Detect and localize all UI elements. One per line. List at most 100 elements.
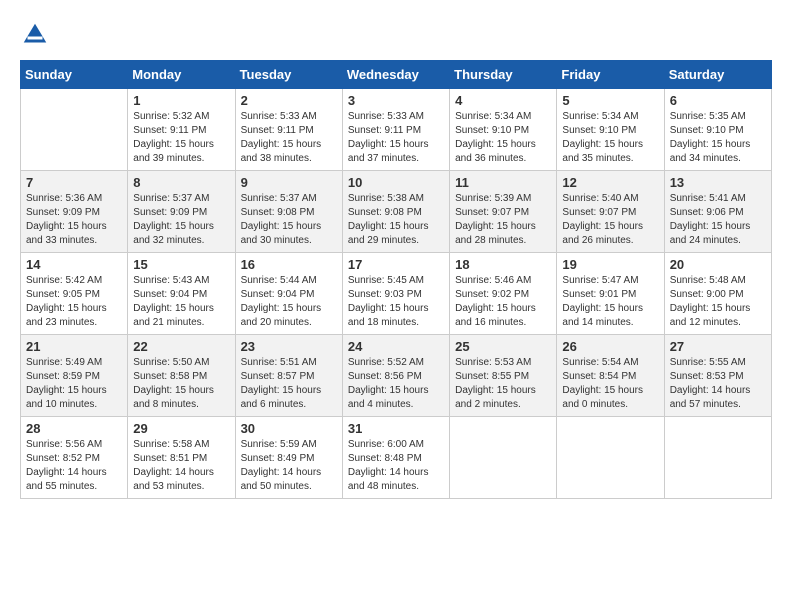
day-number: 11 — [455, 175, 551, 190]
day-number: 7 — [26, 175, 122, 190]
day-cell: 4 Sunrise: 5:34 AMSunset: 9:10 PMDaylight… — [450, 89, 557, 171]
day-cell: 26 Sunrise: 5:54 AMSunset: 8:54 PMDayligh… — [557, 335, 664, 417]
weekday-header-sunday: Sunday — [21, 61, 128, 89]
day-cell: 30 Sunrise: 5:59 AMSunset: 8:49 PMDayligh… — [235, 417, 342, 499]
day-number: 18 — [455, 257, 551, 272]
day-cell: 8 Sunrise: 5:37 AMSunset: 9:09 PMDaylight… — [128, 171, 235, 253]
day-number: 10 — [348, 175, 444, 190]
day-cell — [21, 89, 128, 171]
day-cell: 31Sunrise: 6:00 AMSunset: 8:48 PMDayligh… — [342, 417, 449, 499]
day-info: Sunrise: 5:33 AMSunset: 9:11 PMDaylight:… — [348, 110, 444, 166]
week-row-3: 14Sunrise: 5:42 AMSunset: 9:05 PMDayligh… — [21, 253, 772, 335]
day-cell: 17 Sunrise: 5:45 AMSunset: 9:03 PMDayligh… — [342, 253, 449, 335]
day-number: 26 — [562, 339, 658, 354]
day-cell: 6 Sunrise: 5:35 AMSunset: 9:10 PMDaylight… — [664, 89, 771, 171]
day-number: 20 — [670, 257, 766, 272]
day-cell: 5Sunrise: 5:34 AMSunset: 9:10 PMDaylight… — [557, 89, 664, 171]
day-cell: 2 Sunrise: 5:33 AMSunset: 9:11 PMDaylight… — [235, 89, 342, 171]
weekday-header-friday: Friday — [557, 61, 664, 89]
day-number: 23 — [241, 339, 337, 354]
day-info: Sunrise: 5:42 AMSunset: 9:05 PMDaylight:… — [26, 274, 122, 330]
day-cell: 28 Sunrise: 5:56 AMSunset: 8:52 PMDayligh… — [21, 417, 128, 499]
day-cell: 11 Sunrise: 5:39 AMSunset: 9:07 PMDayligh… — [450, 171, 557, 253]
day-info: Sunrise: 5:58 AMSunset: 8:51 PMDaylight:… — [133, 438, 229, 494]
day-info: Sunrise: 5:38 AMSunset: 9:08 PMDaylight:… — [348, 192, 444, 248]
day-cell — [450, 417, 557, 499]
day-info: Sunrise: 5:49 AMSunset: 8:59 PMDaylight:… — [26, 356, 122, 412]
day-info: Sunrise: 5:53 AMSunset: 8:55 PMDaylight:… — [455, 356, 551, 412]
day-cell: 27 Sunrise: 5:55 AMSunset: 8:53 PMDayligh… — [664, 335, 771, 417]
day-info: Sunrise: 5:56 AMSunset: 8:52 PMDaylight:… — [26, 438, 122, 494]
logo — [20, 20, 56, 50]
day-info: Sunrise: 5:40 AMSunset: 9:07 PMDaylight:… — [562, 192, 658, 248]
day-cell: 22Sunrise: 5:50 AMSunset: 8:58 PMDayligh… — [128, 335, 235, 417]
weekday-header-tuesday: Tuesday — [235, 61, 342, 89]
day-number: 6 — [670, 93, 766, 108]
day-info: Sunrise: 5:43 AMSunset: 9:04 PMDaylight:… — [133, 274, 229, 330]
header-row: SundayMondayTuesdayWednesdayThursdayFrid… — [21, 61, 772, 89]
day-info: Sunrise: 5:55 AMSunset: 8:53 PMDaylight:… — [670, 356, 766, 412]
day-info: Sunrise: 5:37 AMSunset: 9:08 PMDaylight:… — [241, 192, 337, 248]
day-cell: 15Sunrise: 5:43 AMSunset: 9:04 PMDayligh… — [128, 253, 235, 335]
day-info: Sunrise: 5:48 AMSunset: 9:00 PMDaylight:… — [670, 274, 766, 330]
day-cell: 13 Sunrise: 5:41 AMSunset: 9:06 PMDayligh… — [664, 171, 771, 253]
day-info: Sunrise: 5:47 AMSunset: 9:01 PMDaylight:… — [562, 274, 658, 330]
day-info: Sunrise: 5:41 AMSunset: 9:06 PMDaylight:… — [670, 192, 766, 248]
day-cell: 20 Sunrise: 5:48 AMSunset: 9:00 PMDayligh… — [664, 253, 771, 335]
weekday-header-saturday: Saturday — [664, 61, 771, 89]
day-number: 9 — [241, 175, 337, 190]
weekday-header-wednesday: Wednesday — [342, 61, 449, 89]
day-cell: 24 Sunrise: 5:52 AMSunset: 8:56 PMDayligh… — [342, 335, 449, 417]
header — [20, 20, 772, 50]
week-row-1: 1 Sunrise: 5:32 AMSunset: 9:11 PMDaylight… — [21, 89, 772, 171]
day-number: 28 — [26, 421, 122, 436]
day-number: 3 — [348, 93, 444, 108]
week-row-5: 28 Sunrise: 5:56 AMSunset: 8:52 PMDayligh… — [21, 417, 772, 499]
day-number: 31 — [348, 421, 444, 436]
day-number: 25 — [455, 339, 551, 354]
day-number: 1 — [133, 93, 229, 108]
day-cell: 1 Sunrise: 5:32 AMSunset: 9:11 PMDaylight… — [128, 89, 235, 171]
day-number: 13 — [670, 175, 766, 190]
day-cell: 14Sunrise: 5:42 AMSunset: 9:05 PMDayligh… — [21, 253, 128, 335]
weekday-header-monday: Monday — [128, 61, 235, 89]
day-info: Sunrise: 5:50 AMSunset: 8:58 PMDaylight:… — [133, 356, 229, 412]
logo-icon — [20, 20, 50, 50]
day-number: 30 — [241, 421, 337, 436]
day-info: Sunrise: 5:32 AMSunset: 9:11 PMDaylight:… — [133, 110, 229, 166]
day-number: 29 — [133, 421, 229, 436]
day-info: Sunrise: 5:59 AMSunset: 8:49 PMDaylight:… — [241, 438, 337, 494]
day-number: 24 — [348, 339, 444, 354]
day-info: Sunrise: 5:37 AMSunset: 9:09 PMDaylight:… — [133, 192, 229, 248]
day-cell — [664, 417, 771, 499]
day-info: Sunrise: 5:44 AMSunset: 9:04 PMDaylight:… — [241, 274, 337, 330]
day-cell: 3 Sunrise: 5:33 AMSunset: 9:11 PMDaylight… — [342, 89, 449, 171]
day-info: Sunrise: 5:36 AMSunset: 9:09 PMDaylight:… — [26, 192, 122, 248]
day-number: 19 — [562, 257, 658, 272]
day-cell: 21 Sunrise: 5:49 AMSunset: 8:59 PMDayligh… — [21, 335, 128, 417]
day-info: Sunrise: 5:33 AMSunset: 9:11 PMDaylight:… — [241, 110, 337, 166]
day-cell: 16Sunrise: 5:44 AMSunset: 9:04 PMDayligh… — [235, 253, 342, 335]
day-number: 27 — [670, 339, 766, 354]
day-number: 4 — [455, 93, 551, 108]
day-number: 2 — [241, 93, 337, 108]
week-row-4: 21 Sunrise: 5:49 AMSunset: 8:59 PMDayligh… — [21, 335, 772, 417]
day-cell: 9 Sunrise: 5:37 AMSunset: 9:08 PMDaylight… — [235, 171, 342, 253]
day-number: 8 — [133, 175, 229, 190]
day-cell: 23 Sunrise: 5:51 AMSunset: 8:57 PMDayligh… — [235, 335, 342, 417]
week-row-2: 7 Sunrise: 5:36 AMSunset: 9:09 PMDaylight… — [21, 171, 772, 253]
day-info: Sunrise: 5:34 AMSunset: 9:10 PMDaylight:… — [455, 110, 551, 166]
day-info: Sunrise: 5:39 AMSunset: 9:07 PMDaylight:… — [455, 192, 551, 248]
day-cell: 25 Sunrise: 5:53 AMSunset: 8:55 PMDayligh… — [450, 335, 557, 417]
day-cell: 29 Sunrise: 5:58 AMSunset: 8:51 PMDayligh… — [128, 417, 235, 499]
day-info: Sunrise: 5:51 AMSunset: 8:57 PMDaylight:… — [241, 356, 337, 412]
day-info: Sunrise: 5:35 AMSunset: 9:10 PMDaylight:… — [670, 110, 766, 166]
day-info: Sunrise: 5:54 AMSunset: 8:54 PMDaylight:… — [562, 356, 658, 412]
day-cell: 7 Sunrise: 5:36 AMSunset: 9:09 PMDaylight… — [21, 171, 128, 253]
day-info: Sunrise: 5:46 AMSunset: 9:02 PMDaylight:… — [455, 274, 551, 330]
day-info: Sunrise: 5:52 AMSunset: 8:56 PMDaylight:… — [348, 356, 444, 412]
day-info: Sunrise: 5:45 AMSunset: 9:03 PMDaylight:… — [348, 274, 444, 330]
day-number: 17 — [348, 257, 444, 272]
day-number: 21 — [26, 339, 122, 354]
day-cell: 10 Sunrise: 5:38 AMSunset: 9:08 PMDayligh… — [342, 171, 449, 253]
